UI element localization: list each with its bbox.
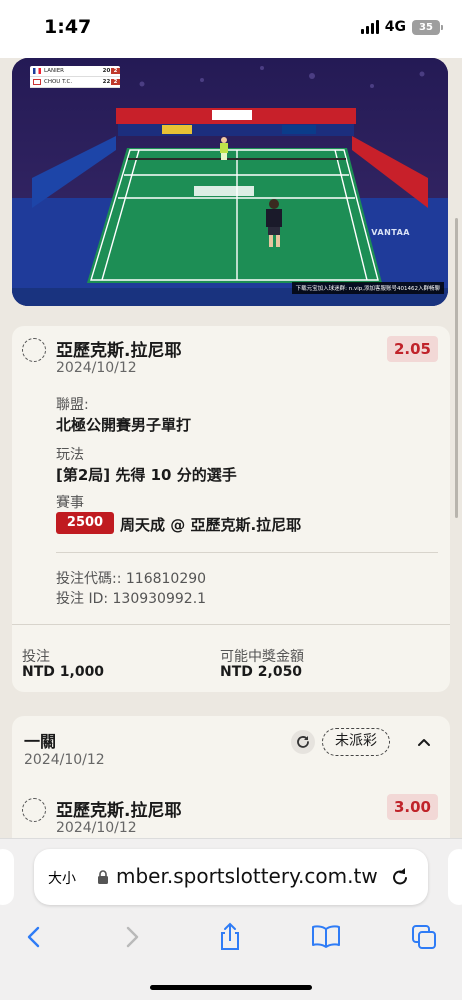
league-value: 北極公開賽男子單打 <box>56 416 192 434</box>
home-indicator <box>150 985 312 990</box>
tabs-icon <box>412 925 436 949</box>
bet-code: 投注代碼:: 116810290 <box>56 571 207 587</box>
badminton-court-scene <box>12 58 448 306</box>
stake-label: 投注 <box>22 649 50 665</box>
parlay-date: 2024/10/12 <box>24 752 105 768</box>
chevron-up-icon[interactable] <box>416 734 432 750</box>
refresh-icon <box>297 736 309 748</box>
status-indicators: 4G 35 <box>360 19 443 35</box>
video-caption: 下载元宝加入球迷群: n.vip,添加客服账号401462入群畅聊 <box>291 282 444 294</box>
bookmarks-button[interactable] <box>306 919 346 955</box>
player-score: 22 <box>102 79 111 85</box>
selection-name: 亞歷克斯.拉尼耶 <box>56 341 182 361</box>
settlement-status-badge: 未派彩 <box>322 728 390 756</box>
odds-badge: 2.05 <box>386 336 438 362</box>
player-name: LANIER <box>44 68 64 74</box>
tabs-button[interactable] <box>404 919 444 955</box>
bet-id: 投注 ID: 130930992.1 <box>56 591 207 607</box>
parlay-title: 一關 <box>24 732 57 751</box>
venue-banner-text: VANTAA <box>371 228 410 237</box>
browser-bottom-bar: 大小 mber.sportslottery.com.tw <box>0 838 462 1000</box>
player-games: 2 <box>111 68 120 74</box>
share-button[interactable] <box>210 919 250 955</box>
next-tab-preview[interactable] <box>448 849 462 905</box>
selection-radio-icon[interactable] <box>22 338 46 362</box>
player-score: 20 <box>102 68 111 74</box>
address-bar[interactable]: 大小 mber.sportslottery.com.tw <box>34 849 428 905</box>
previous-tab-preview[interactable] <box>0 849 14 905</box>
payout-label: 可能中獎金額 <box>220 649 304 665</box>
live-video-player[interactable]: LANIER 20 2 CHOU T.C. 22 2 VANTAA 下载元宝加入… <box>12 58 448 306</box>
france-flag-icon <box>33 68 41 74</box>
taiwan-flag-icon <box>33 79 41 85</box>
event-code-tag: 2500 <box>56 512 114 534</box>
scoreboard: LANIER 20 2 CHOU T.C. 22 2 <box>30 66 120 88</box>
share-icon <box>221 922 239 950</box>
network-type: 4G <box>384 19 406 35</box>
event-label: 賽事 <box>56 495 84 511</box>
market-value: [第2局] 先得 10 分的選手 <box>56 466 237 484</box>
status-time: 1:47 <box>44 16 92 38</box>
scoreboard-row: LANIER 20 2 <box>30 66 120 77</box>
signal-icon <box>360 20 379 34</box>
player-name: CHOU T.C. <box>44 79 73 85</box>
divider <box>12 624 450 625</box>
player-games: 2 <box>111 79 120 85</box>
league-label: 聯盟: <box>56 397 89 413</box>
scoreboard-row: CHOU T.C. 22 2 <box>30 77 120 88</box>
reload-icon[interactable] <box>388 865 412 889</box>
refresh-button[interactable] <box>291 730 315 754</box>
payout-value: NTD 2,050 <box>220 664 303 680</box>
selection-radio-icon[interactable] <box>22 798 46 822</box>
status-bar: 1:47 4G 35 <box>0 0 462 58</box>
browser-toolbar <box>0 915 462 959</box>
chevron-left-icon <box>27 926 40 948</box>
page-content[interactable]: LANIER 20 2 CHOU T.C. 22 2 VANTAA 下载元宝加入… <box>0 58 462 838</box>
chevron-right-icon <box>126 926 139 948</box>
event-value: 周天成 @ 亞歷克斯.拉尼耶 <box>120 516 302 534</box>
parlay-selection-date: 2024/10/12 <box>56 820 137 836</box>
parlay-card: 一關 2024/10/12 未派彩 亞歷克斯.拉尼耶 2024/10/12 3.… <box>12 716 450 838</box>
url-text[interactable]: mber.sportslottery.com.tw <box>116 864 382 888</box>
lock-icon <box>98 870 108 884</box>
divider <box>56 552 438 553</box>
back-button[interactable] <box>14 919 54 955</box>
selection-date: 2024/10/12 <box>56 360 137 376</box>
book-icon <box>312 925 340 948</box>
far-player <box>220 137 228 160</box>
market-label: 玩法 <box>56 447 84 463</box>
battery-icon: 35 <box>412 19 443 35</box>
forward-button[interactable] <box>112 919 152 955</box>
stake-value: NTD 1,000 <box>22 664 105 680</box>
bet-card: 亞歷克斯.拉尼耶 2024/10/12 2.05 聯盟: 北極公開賽男子單打 玩… <box>12 326 450 692</box>
text-size-button[interactable]: 大小 <box>48 868 76 888</box>
parlay-selection-name: 亞歷克斯.拉尼耶 <box>56 801 182 821</box>
scrollbar[interactable] <box>455 218 458 518</box>
odds-badge: 3.00 <box>386 794 438 820</box>
